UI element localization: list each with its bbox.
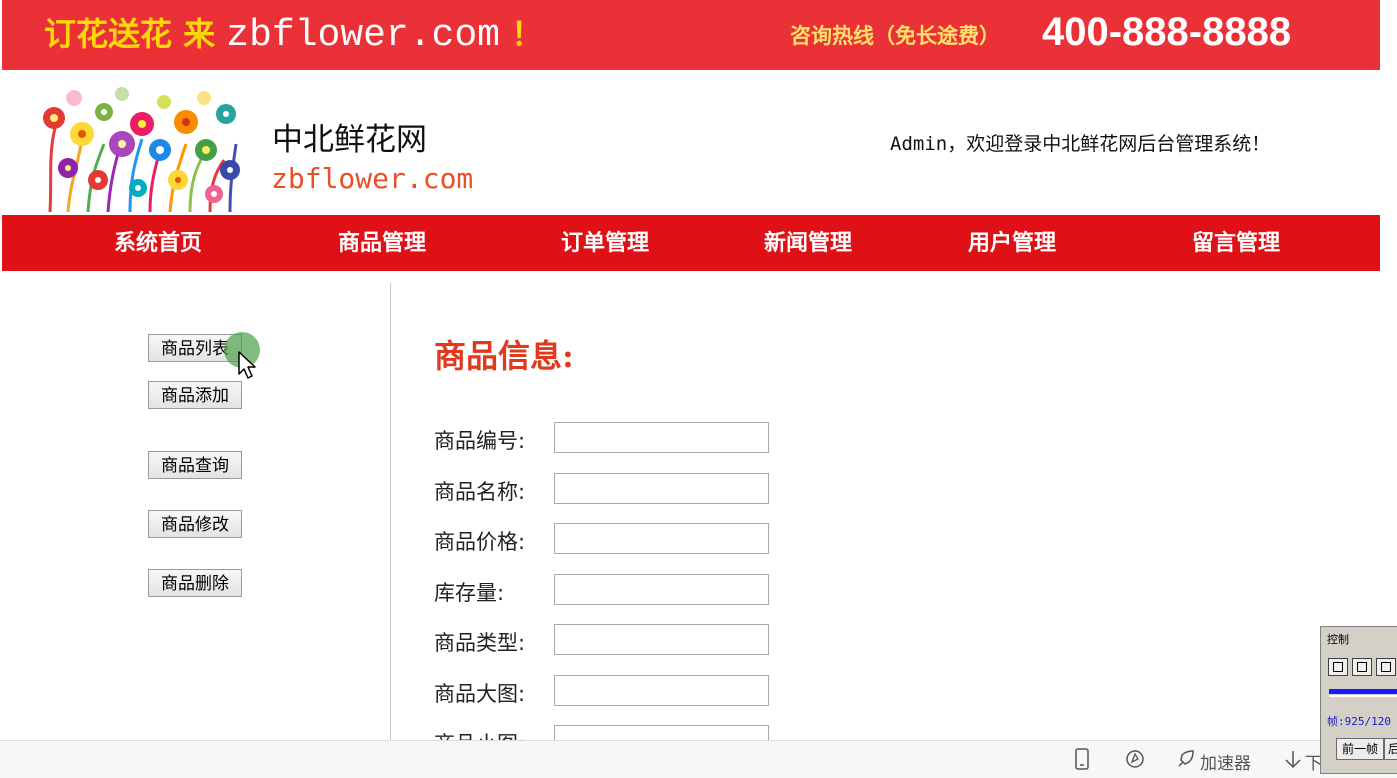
- flower-logo-image: [38, 84, 244, 212]
- product-price-input[interactable]: [554, 523, 769, 554]
- stop-button[interactable]: [1352, 658, 1372, 676]
- product-id-input[interactable]: [554, 422, 769, 453]
- product-name-input[interactable]: [554, 473, 769, 504]
- field-label-name: 商品名称:: [434, 480, 526, 504]
- rocket-icon[interactable]: [1174, 747, 1196, 771]
- nav-item-home[interactable]: 系统首页: [114, 215, 202, 271]
- download-arrow-icon[interactable]: [1282, 747, 1304, 771]
- nav-item-news[interactable]: 新闻管理: [764, 215, 852, 271]
- banner-slogan: 订花送花 来 zbflower.com ！: [44, 10, 543, 58]
- phone-icon[interactable]: [1071, 747, 1093, 771]
- field-label-price: 商品价格:: [434, 530, 526, 554]
- browser-bottom-bar: 加速器 下: [0, 740, 1397, 778]
- product-large-image-input[interactable]: [554, 675, 769, 706]
- pause-icon: [1333, 662, 1343, 672]
- product-query-button[interactable]: 商品查询: [148, 451, 242, 479]
- hotline-number: 400-888-8888: [1042, 10, 1292, 54]
- brand-name-cn: 中北鲜花网: [272, 122, 427, 158]
- product-stock-input[interactable]: [554, 574, 769, 605]
- nav-item-messages[interactable]: 留言管理: [1192, 215, 1280, 271]
- control-window-title: 控制: [1327, 633, 1349, 646]
- top-banner: 订花送花 来 zbflower.com ！ 咨询热线（免长途费） 400-888…: [2, 0, 1380, 70]
- stop-icon: [1357, 662, 1367, 672]
- product-delete-button[interactable]: 商品删除: [148, 569, 242, 597]
- slogan-site: zbflower.com: [226, 14, 500, 57]
- sidebar-divider: [390, 283, 391, 743]
- main-nav: 系统首页 商品管理 订单管理 新闻管理 用户管理 留言管理: [2, 215, 1380, 271]
- field-label-large-image: 商品大图:: [434, 682, 526, 706]
- next-frame-button[interactable]: 后: [1384, 738, 1397, 760]
- pause-button[interactable]: [1328, 658, 1348, 676]
- mouse-cursor-icon: [238, 351, 256, 379]
- speed-icon[interactable]: [1124, 747, 1146, 771]
- product-edit-button[interactable]: 商品修改: [148, 510, 242, 538]
- play-button[interactable]: [1376, 658, 1396, 676]
- welcome-message: Admin，欢迎登录中北鲜花网后台管理系统！: [890, 133, 1271, 155]
- play-icon: [1381, 662, 1391, 672]
- hotline-label: 咨询热线（免长途费）: [790, 23, 1000, 48]
- page-title: 商品信息:: [434, 337, 574, 375]
- control-window: 控制 帧:925/120 前一帧 后: [1320, 626, 1397, 774]
- nav-item-users[interactable]: 用户管理: [968, 215, 1056, 271]
- prev-frame-button[interactable]: 前一帧: [1336, 738, 1384, 760]
- field-label-stock: 库存量:: [434, 581, 505, 605]
- accelerator-label[interactable]: 加速器: [1200, 749, 1251, 774]
- playback-progress-bar[interactable]: [1329, 689, 1397, 694]
- field-label-type: 商品类型:: [434, 631, 526, 655]
- slogan-cn: 订花送花 来: [44, 15, 227, 53]
- nav-item-orders[interactable]: 订单管理: [561, 215, 649, 271]
- slogan-bang: ！: [499, 15, 544, 53]
- frame-readout: 帧:925/120: [1327, 715, 1391, 728]
- product-type-input[interactable]: [554, 624, 769, 655]
- brand-name-en: zbflower.com: [271, 162, 474, 195]
- field-label-id: 商品编号:: [434, 429, 526, 453]
- nav-item-products[interactable]: 商品管理: [338, 215, 426, 271]
- product-add-button[interactable]: 商品添加: [148, 381, 242, 409]
- playback-track: [1329, 695, 1397, 697]
